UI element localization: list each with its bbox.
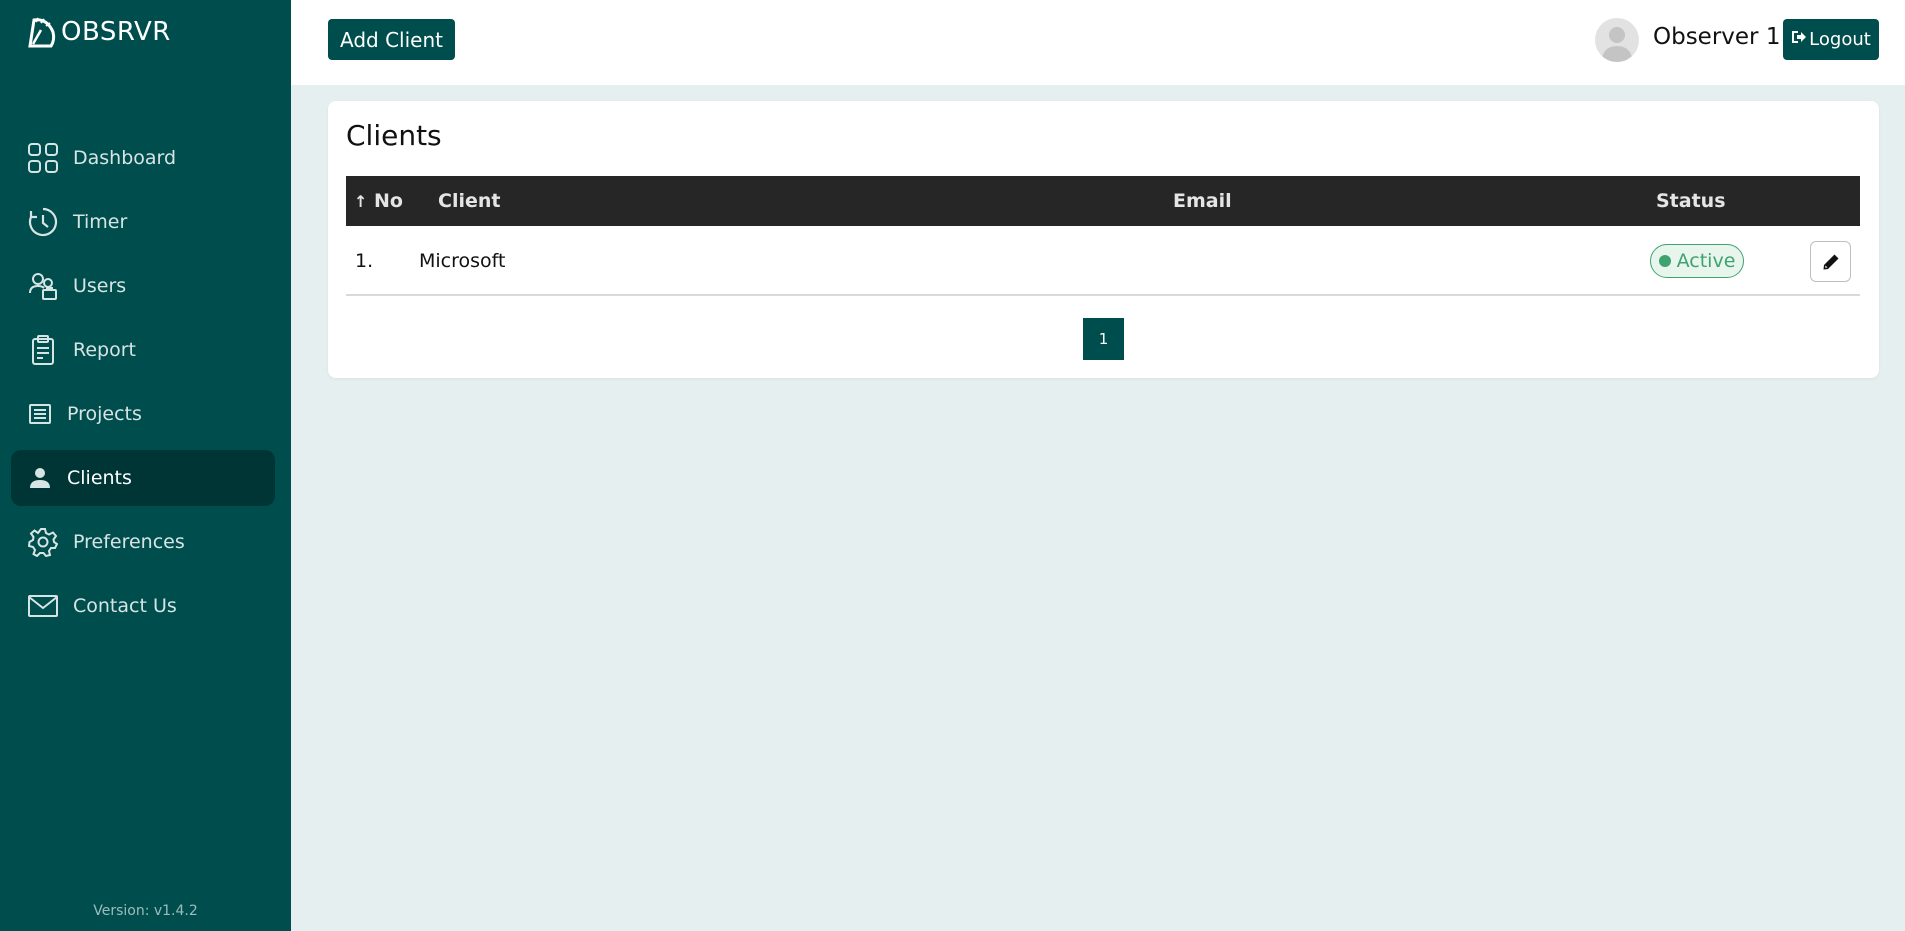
logout-button[interactable]: Logout bbox=[1783, 19, 1879, 60]
logout-icon bbox=[1791, 29, 1807, 50]
page-title: Clients bbox=[346, 119, 442, 152]
client-name: Microsoft bbox=[419, 250, 506, 272]
sidebar-item-label: Report bbox=[73, 339, 136, 361]
sidebar-item-label: Users bbox=[73, 275, 127, 297]
column-header-client[interactable]: Client bbox=[438, 190, 500, 212]
edit-client-button[interactable] bbox=[1810, 241, 1851, 282]
sidebar-item-preferences[interactable]: Preferences bbox=[11, 514, 275, 570]
users-icon bbox=[27, 270, 59, 302]
top-bar: Add Client Observer 1 Logout bbox=[291, 0, 1905, 85]
clients-table: ↑ No Client Email Status 1. Microsoft Ac… bbox=[346, 176, 1860, 296]
sidebar-item-label: Preferences bbox=[73, 531, 185, 553]
sidebar-item-clients[interactable]: Clients bbox=[11, 450, 275, 506]
avatar[interactable] bbox=[1595, 18, 1639, 62]
sidebar-item-projects[interactable]: Projects bbox=[11, 386, 275, 442]
logo-mark-icon bbox=[28, 17, 56, 48]
column-header-email[interactable]: Email bbox=[1173, 190, 1232, 212]
clipboard-icon bbox=[27, 334, 59, 366]
list-icon bbox=[27, 398, 53, 430]
sidebar-item-label: Projects bbox=[67, 403, 142, 425]
sidebar-item-users[interactable]: Users bbox=[11, 258, 275, 314]
sidebar-item-report[interactable]: Report bbox=[11, 322, 275, 378]
row-number: 1. bbox=[355, 250, 374, 272]
column-header-status[interactable]: Status bbox=[1656, 190, 1726, 212]
sidebar-item-dashboard[interactable]: Dashboard bbox=[11, 130, 275, 186]
sidebar-item-timer[interactable]: Timer bbox=[11, 194, 275, 250]
status-badge: Active bbox=[1650, 244, 1744, 278]
clients-card: Clients ↑ No Client Email Status 1. Micr… bbox=[328, 101, 1879, 378]
user-name: Observer 1 bbox=[1653, 24, 1781, 50]
logout-label: Logout bbox=[1809, 29, 1871, 50]
status-dot-icon bbox=[1658, 255, 1671, 267]
logo-text: OBSRVR bbox=[61, 17, 171, 47]
sidebar-item-label: Contact Us bbox=[73, 595, 177, 617]
table-header: ↑ No Client Email Status bbox=[346, 176, 1860, 226]
status-label: Active bbox=[1676, 250, 1736, 272]
gear-icon bbox=[27, 526, 59, 558]
sidebar-item-label: Timer bbox=[73, 211, 128, 233]
column-header-no[interactable]: ↑ No bbox=[354, 190, 403, 212]
pagination-page-1[interactable]: 1 bbox=[1083, 318, 1124, 360]
sidebar-item-contact-us[interactable]: Contact Us bbox=[11, 578, 275, 634]
person-icon bbox=[27, 462, 53, 494]
table-row: 1. Microsoft Active bbox=[346, 226, 1860, 296]
sort-arrow-icon: ↑ bbox=[354, 192, 368, 211]
add-client-button[interactable]: Add Client bbox=[328, 19, 455, 60]
sidebar-nav: Dashboard Timer Users Report Projects Cl… bbox=[11, 130, 275, 642]
logo[interactable]: OBSRVR bbox=[27, 16, 171, 48]
clock-icon bbox=[27, 206, 59, 238]
sidebar-item-label: Clients bbox=[67, 467, 132, 489]
grid-icon bbox=[27, 142, 59, 174]
sidebar-item-label: Dashboard bbox=[73, 147, 177, 169]
version-label: Version: v1.4.2 bbox=[93, 903, 198, 919]
sidebar: OBSRVR Dashboard Timer Users Report Proj… bbox=[0, 0, 291, 931]
mail-icon bbox=[27, 590, 59, 622]
pencil-icon bbox=[1823, 254, 1838, 269]
